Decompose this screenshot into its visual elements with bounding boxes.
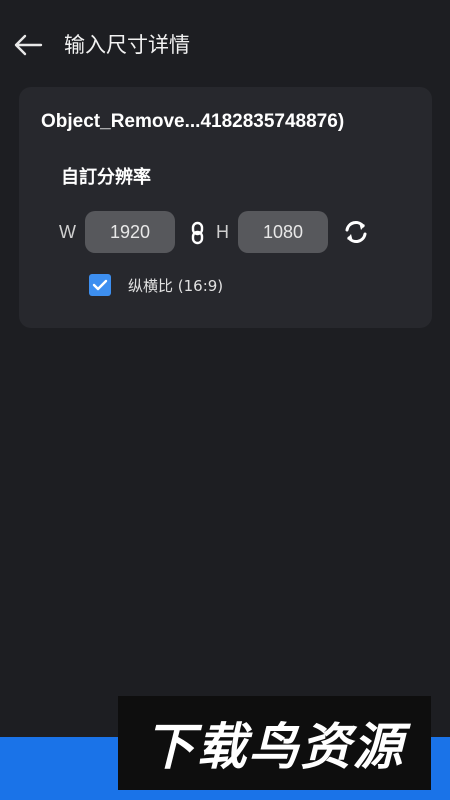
watermark-text: 下载鸟资源 — [144, 718, 405, 776]
page-title: 输入尺寸详情 — [64, 33, 190, 57]
arrow-left-icon — [14, 34, 43, 56]
resolution-card: Object_Remove...4182835748876) 自訂分辨率 W H… — [19, 87, 432, 328]
link-icon[interactable] — [189, 221, 207, 245]
watermark-logo: 下载鸟资源 — [118, 696, 431, 790]
file-name: Object_Remove...4182835748876) — [41, 111, 345, 132]
width-label: W — [59, 222, 76, 242]
height-input[interactable] — [238, 211, 328, 253]
width-input[interactable] — [85, 211, 175, 253]
aspect-ratio-checkbox[interactable] — [89, 274, 111, 296]
swap-icon[interactable] — [342, 218, 370, 246]
aspect-ratio-row[interactable]: 纵横比 (16:9) — [89, 274, 223, 296]
custom-resolution-title: 自訂分辨率 — [61, 167, 151, 188]
checkmark-icon — [92, 279, 108, 291]
page: 输入尺寸详情 Object_Remove...4182835748876) 自訂… — [0, 0, 450, 800]
back-button[interactable] — [10, 28, 46, 62]
header: 输入尺寸详情 — [0, 0, 450, 88]
height-label: H — [216, 222, 229, 242]
aspect-ratio-label: 纵横比 (16:9) — [128, 276, 224, 295]
